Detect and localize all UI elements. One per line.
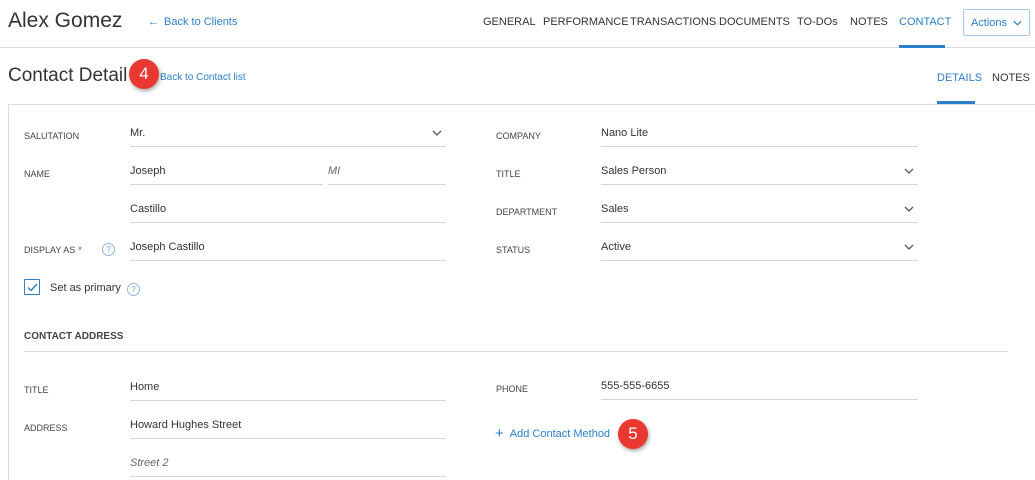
back-to-clients-link[interactable]: ← Back to Clients (148, 16, 237, 28)
status-value: Active (601, 241, 631, 253)
last-name-input[interactable]: Castillo (130, 197, 446, 223)
set-primary-checkbox[interactable] (24, 279, 40, 295)
status-label: STATUS (496, 245, 531, 255)
chevron-down-icon (904, 206, 914, 212)
callout-badge-5: 5 (618, 419, 648, 449)
nav-transactions[interactable]: TRANSACTIONS (630, 16, 716, 28)
salutation-label: SALUTATION (24, 131, 80, 141)
street1-input[interactable]: Howard Hughes Street (130, 413, 446, 439)
checkmark-icon (27, 283, 38, 292)
nav-performance[interactable]: PERFORMANCE (543, 16, 629, 28)
street2-input[interactable]: Street 2 (130, 451, 446, 477)
back-to-clients-label: Back to Clients (164, 16, 238, 28)
address-title-value: Home (130, 381, 160, 393)
phone-label: PHONE (496, 384, 529, 394)
department-select[interactable]: Sales (601, 197, 918, 223)
nav-notes[interactable]: NOTES (850, 16, 888, 28)
first-name-value: Joseph (130, 165, 166, 177)
arrow-left-icon: ← (148, 16, 159, 28)
chevron-down-icon (904, 244, 914, 250)
nav-active-indicator (899, 45, 945, 48)
company-input[interactable]: Nano Lite (601, 121, 918, 147)
address-title-label: TITLE (24, 385, 49, 395)
phone-input[interactable]: 555-555-6655 (601, 374, 918, 400)
address-label: ADDRESS (24, 423, 68, 433)
name-label: NAME (24, 169, 51, 179)
add-contact-method-link[interactable]: + Add Contact Method (495, 425, 611, 442)
contact-subheader: Contact Detail Back to Contact list 4 DE… (0, 49, 1035, 104)
middle-initial-placeholder: MI (328, 165, 341, 177)
phone-value: 555-555-6655 (601, 380, 670, 392)
nav-contact[interactable]: CONTACT (899, 16, 951, 28)
actions-label: Actions (970, 16, 1008, 29)
salutation-value: Mr. (130, 127, 146, 139)
nav-general[interactable]: GENERAL (483, 16, 536, 28)
middle-initial-input[interactable]: MI (328, 159, 446, 185)
title-select[interactable]: Sales Person (601, 159, 918, 185)
actions-button[interactable]: Actions (963, 9, 1030, 36)
display-as-value: Joseph Castillo (130, 241, 205, 253)
address-title-input[interactable]: Home (130, 375, 446, 401)
company-label: COMPANY (496, 131, 541, 141)
add-contact-method-label: Add Contact Method (509, 428, 611, 440)
title-value: Sales Person (601, 165, 667, 177)
chevron-down-icon (904, 168, 914, 174)
callout-badge-4: 4 (129, 59, 159, 89)
last-name-value: Castillo (130, 203, 167, 215)
set-primary-label: Set as primary (50, 282, 121, 294)
department-label: DEPARTMENT (496, 207, 558, 217)
contact-address-heading: CONTACT ADDRESS (24, 331, 124, 342)
plus-icon: + (495, 425, 504, 442)
display-as-label: DISPLAY AS * (24, 245, 82, 255)
client-name: Alex Gomez (8, 9, 123, 32)
street2-placeholder: Street 2 (130, 457, 169, 469)
required-mark: * (78, 245, 82, 255)
tab-notes[interactable]: NOTES (992, 72, 1030, 84)
chevron-down-icon (1013, 20, 1022, 26)
tab-details[interactable]: DETAILS (937, 72, 982, 84)
nav-todos[interactable]: TO-DOs (797, 16, 838, 28)
salutation-select[interactable]: Mr. (130, 121, 446, 147)
display-as-input[interactable]: Joseph Castillo (130, 235, 446, 261)
top-bar: Alex Gomez ← Back to Clients GENERAL PER… (0, 0, 1035, 48)
contact-detail-panel: SALUTATION Mr. NAME Joseph MI Castillo D… (8, 104, 1035, 480)
back-to-contact-list-link[interactable]: Back to Contact list (160, 72, 246, 83)
status-select[interactable]: Active (601, 235, 918, 261)
department-value: Sales (601, 203, 629, 215)
chevron-down-icon (432, 130, 442, 136)
title-label: TITLE (496, 169, 521, 179)
section-divider (24, 351, 1008, 352)
page-title: Contact Detail (8, 65, 128, 86)
company-value: Nano Lite (601, 127, 649, 139)
help-icon[interactable]: ? (127, 283, 140, 296)
nav-documents[interactable]: DOCUMENTS (719, 16, 790, 28)
help-icon[interactable]: ? (102, 243, 115, 256)
street1-value: Howard Hughes Street (130, 419, 242, 431)
first-name-input[interactable]: Joseph (130, 159, 323, 185)
